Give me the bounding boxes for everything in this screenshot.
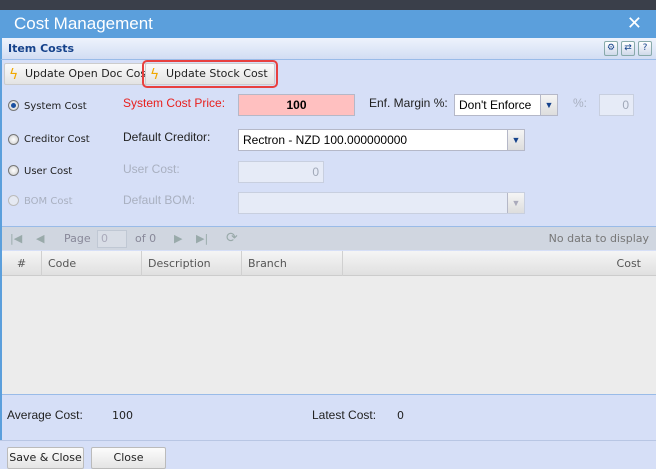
- page-label: Page: [64, 232, 91, 245]
- default-bom-select[interactable]: ▼: [238, 192, 525, 214]
- close-icon[interactable]: ✕: [627, 13, 642, 34]
- last-page-icon[interactable]: ▶|: [196, 232, 208, 245]
- user-cost-radio[interactable]: [8, 165, 19, 176]
- window-titlebar: Cost Management ✕: [0, 10, 656, 38]
- first-page-icon[interactable]: |◀: [10, 232, 22, 245]
- column-header-cost[interactable]: Cost: [343, 251, 656, 276]
- close-button[interactable]: Close: [91, 447, 166, 469]
- grid-body: [2, 276, 656, 395]
- gear-icon[interactable]: ⚙: [604, 41, 618, 56]
- chevron-down-icon[interactable]: ▼: [540, 95, 557, 115]
- system-cost-radio-label: System Cost: [24, 101, 87, 112]
- button-label: Update Stock Cost: [166, 67, 268, 80]
- default-creditor-select[interactable]: Rectron - NZD 100.000000000 ▼: [238, 129, 525, 151]
- percent-label: %:: [573, 96, 588, 110]
- lightning-icon: ϟ: [9, 67, 19, 83]
- pager-toolbar: |◀ ◀ Page 0 of 0 ▶ ▶| ⟳ No data to displ…: [2, 226, 656, 250]
- bom-cost-radio-label: BOM Cost: [24, 196, 73, 207]
- creditor-cost-radio-label: Creditor Cost: [24, 134, 90, 145]
- update-stock-cost-button[interactable]: ϟ Update Stock Cost: [142, 60, 278, 88]
- average-cost-value: 100: [112, 409, 133, 422]
- default-bom-label: Default BOM:: [123, 193, 196, 207]
- panel-header: Item Costs ⚙ ⇄ ?: [0, 38, 656, 60]
- column-header-branch[interactable]: Branch: [242, 251, 343, 276]
- latest-cost-label: Latest Cost:: [312, 408, 377, 422]
- enf-margin-label: Enf. Margin %:: [369, 96, 448, 110]
- refresh-icon[interactable]: ⟳: [226, 230, 238, 246]
- panel-title: Item Costs: [8, 42, 75, 55]
- button-label: Update Open Doc Cost: [25, 67, 151, 80]
- enf-margin-value: Don't Enforce: [459, 98, 532, 112]
- system-cost-price-label: System Cost Price:: [123, 96, 226, 110]
- chevron-down-icon[interactable]: ▼: [507, 130, 524, 150]
- enf-margin-select[interactable]: Don't Enforce ▼: [454, 94, 558, 116]
- grid-header: # Code Description Branch Cost: [2, 251, 656, 276]
- column-header-description[interactable]: Description: [142, 251, 242, 276]
- window-title: Cost Management: [14, 14, 153, 33]
- update-open-doc-cost-button[interactable]: ϟ Update Open Doc Cost: [4, 63, 158, 85]
- page-input[interactable]: 0: [97, 230, 127, 248]
- column-header-number[interactable]: #: [2, 251, 42, 276]
- help-icon[interactable]: ?: [638, 41, 652, 56]
- lightning-icon: ϟ: [150, 67, 160, 83]
- background-taskbar: [0, 0, 656, 10]
- latest-cost-value: 0: [397, 409, 404, 422]
- save-close-button[interactable]: Save & Close: [7, 447, 84, 469]
- chevron-down-icon[interactable]: ▼: [507, 193, 524, 213]
- pager-status: No data to display: [548, 232, 649, 245]
- percent-input[interactable]: 0: [599, 94, 634, 116]
- default-creditor-label: Default Creditor:: [123, 130, 211, 144]
- system-cost-price-input[interactable]: 100: [238, 94, 355, 116]
- bom-cost-radio[interactable]: [8, 195, 19, 206]
- creditor-cost-radio[interactable]: [8, 134, 19, 145]
- user-cost-radio-label: User Cost: [24, 166, 73, 177]
- next-page-icon[interactable]: ▶: [174, 232, 182, 245]
- user-cost-label: User Cost:: [123, 162, 180, 176]
- default-creditor-value: Rectron - NZD 100.000000000: [243, 133, 408, 147]
- button-bar: Save & Close Close: [0, 440, 656, 469]
- system-cost-radio[interactable]: [8, 100, 19, 111]
- prev-page-icon[interactable]: ◀: [36, 232, 44, 245]
- refresh-icon[interactable]: ⇄: [621, 41, 635, 56]
- user-cost-input[interactable]: 0: [238, 161, 324, 183]
- page-count: of 0: [135, 232, 157, 245]
- column-header-code[interactable]: Code: [42, 251, 142, 276]
- average-cost-label: Average Cost:: [7, 408, 83, 422]
